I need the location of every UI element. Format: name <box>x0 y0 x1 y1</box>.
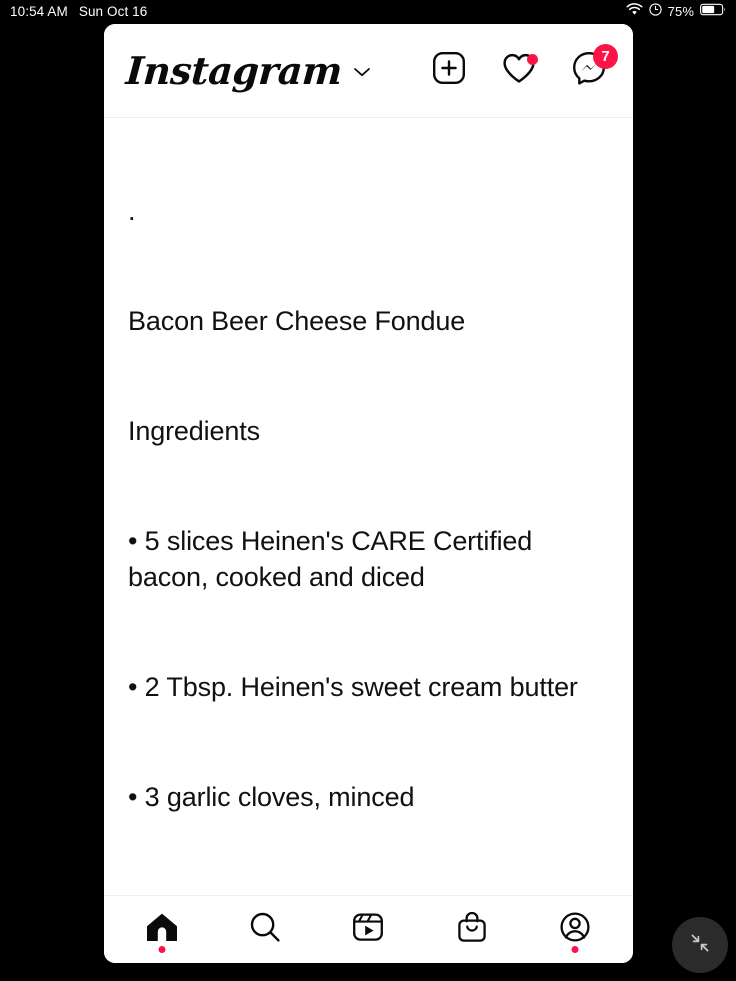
plus-square-icon <box>431 50 467 91</box>
shop-bag-icon <box>455 910 489 949</box>
header-actions: 7 <box>429 43 618 91</box>
collapse-window-button[interactable] <box>672 917 728 973</box>
nav-shop[interactable] <box>441 902 503 958</box>
post-caption: . Bacon Beer Cheese Fondue Ingredients •… <box>128 118 611 895</box>
rotation-lock-icon <box>649 3 662 19</box>
app-header: Instagram 7 <box>104 24 633 118</box>
instagram-logo: Instagram <box>124 47 344 93</box>
post-caption-scroll-area[interactable]: . Bacon Beer Cheese Fondue Ingredients •… <box>104 118 633 895</box>
account-switcher[interactable]: Instagram <box>124 47 372 93</box>
bottom-navigation-bar <box>104 895 633 963</box>
caption-line-heading: Ingredients <box>128 415 260 446</box>
battery-icon <box>700 3 726 19</box>
create-post-button[interactable] <box>429 51 469 91</box>
nav-reels[interactable] <box>337 902 399 958</box>
search-icon <box>248 910 282 949</box>
nav-profile[interactable] <box>544 902 606 958</box>
caption-line: . <box>128 196 136 227</box>
battery-percent-label: 75% <box>667 3 694 19</box>
messenger-button[interactable]: 7 <box>569 43 618 91</box>
status-bar-left: 10:54 AM Sun Oct 16 <box>10 4 147 19</box>
messenger-count-badge: 7 <box>593 43 618 69</box>
wifi-icon <box>626 3 643 19</box>
status-bar-right: 75% <box>626 3 726 19</box>
nav-home-dot-badge <box>158 945 166 953</box>
caption-line-title: Bacon Beer Cheese Fondue <box>128 305 466 336</box>
reels-icon <box>351 910 385 949</box>
status-date: Sun Oct 16 <box>78 3 148 19</box>
status-bar: 10:54 AM Sun Oct 16 75% <box>0 0 736 22</box>
home-icon <box>145 910 179 949</box>
status-time: 10:54 AM <box>10 3 68 19</box>
nav-search[interactable] <box>234 902 296 958</box>
nav-home[interactable] <box>131 902 193 958</box>
caption-line: • 2 Tbsp. Heinen's sweet cream butter <box>128 671 578 702</box>
nav-profile-dot-badge <box>571 945 579 953</box>
caption-line: • 5 slices Heinen's CARE Certified bacon… <box>128 525 540 593</box>
caption-line: • 3 garlic cloves, minced <box>128 781 415 812</box>
caption-line: • 1 Tbsp. Dijon mustard <box>128 888 611 895</box>
instagram-app-window: Instagram 7 . Bacon Beer Cheese Fondue I… <box>104 24 633 963</box>
activity-dot-badge <box>527 53 538 65</box>
profile-icon <box>558 910 592 949</box>
chevron-down-icon[interactable] <box>352 65 372 83</box>
collapse-arrows-icon <box>686 929 714 962</box>
activity-button[interactable] <box>499 51 539 91</box>
